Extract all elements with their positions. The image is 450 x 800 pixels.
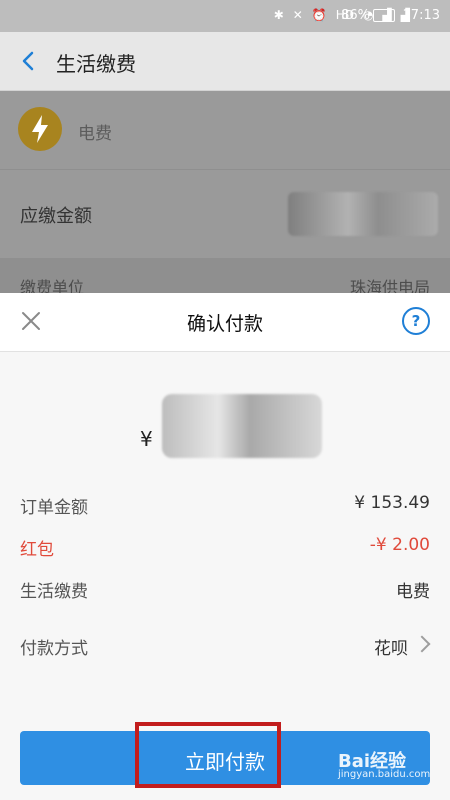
status-bar: ✱ ✕ ⏰ HD ◔ ▟ ▟ 86% 17:13 <box>0 0 450 32</box>
status-time: 17:13 <box>402 8 440 23</box>
chevron-right-icon <box>413 635 431 653</box>
order-amount-value: ¥ 153.49 <box>354 493 430 513</box>
electricity-icon <box>18 107 62 151</box>
service-label: 生活缴费 <box>20 582 88 602</box>
sheet-header: 确认付款 ? <box>0 293 450 352</box>
service-value: 电费 <box>396 582 430 602</box>
annotation-highlight <box>135 722 281 788</box>
page-title: 生活缴费 <box>56 52 136 76</box>
payment-amount: ¥ <box>0 352 450 482</box>
watermark-url: jingyan.baidu.com <box>338 769 431 780</box>
payment-method-row[interactable]: 付款方式 花呗 <box>0 624 450 666</box>
alarm-icon: ⏰ <box>311 8 327 22</box>
service-row: 生活缴费 电费 <box>0 567 450 609</box>
currency-symbol: ¥ <box>140 427 153 451</box>
amount-due-obscured <box>288 192 438 236</box>
payment-amount-obscured <box>162 394 322 458</box>
sheet-title: 确认付款 <box>186 313 263 335</box>
amount-due-label: 应缴金额 <box>20 206 92 227</box>
red-packet-label: 红包 <box>20 540 54 560</box>
dimmed-page-content: 电费 应缴金额 缴费单位 珠海供电局 <box>0 91 450 297</box>
bill-item: 电费 <box>0 91 450 169</box>
back-arrow-icon[interactable] <box>18 50 40 72</box>
watermark: Bai经验 jingyan.baidu.com <box>338 745 434 783</box>
amount-due-row: 应缴金额 <box>0 170 450 258</box>
order-amount-label: 订单金额 <box>20 498 88 518</box>
payment-method-label: 付款方式 <box>20 639 88 659</box>
battery-percent: 86% <box>341 8 370 23</box>
mute-icon: ✕ <box>292 8 303 22</box>
red-packet-value: -¥ 2.00 <box>369 535 430 555</box>
payment-method-value: 花呗 <box>374 639 408 659</box>
help-icon[interactable]: ? <box>402 307 430 335</box>
bluetooth-icon: ✱ <box>273 8 284 22</box>
bill-name: 电费 <box>78 124 112 144</box>
red-packet-row[interactable]: 红包 -¥ 2.00 <box>0 525 450 567</box>
app-header: 生活缴费 <box>0 32 450 91</box>
battery-icon <box>373 9 395 22</box>
order-amount-row: 订单金额 ¥ 153.49 <box>0 483 450 525</box>
